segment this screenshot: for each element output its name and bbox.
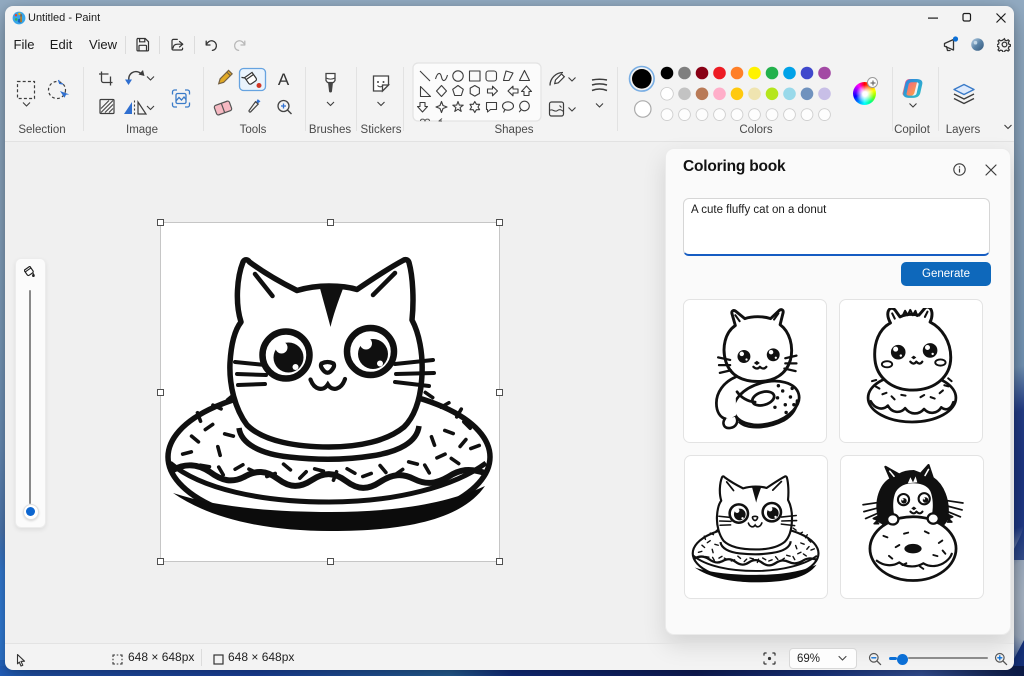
svg-text:Shapes: Shapes: [494, 124, 533, 136]
svg-text:Image: Image: [126, 124, 158, 136]
svg-text:A: A: [278, 70, 290, 89]
svg-text:Selection: Selection: [18, 124, 65, 136]
svg-text:Colors: Colors: [739, 124, 772, 136]
svg-text:Tools: Tools: [240, 124, 267, 136]
svg-text:Brushes: Brushes: [309, 124, 351, 136]
svg-text:Layers: Layers: [946, 124, 981, 136]
svg-text:Copilot: Copilot: [894, 124, 931, 136]
svg-text:Stickers: Stickers: [361, 124, 402, 136]
